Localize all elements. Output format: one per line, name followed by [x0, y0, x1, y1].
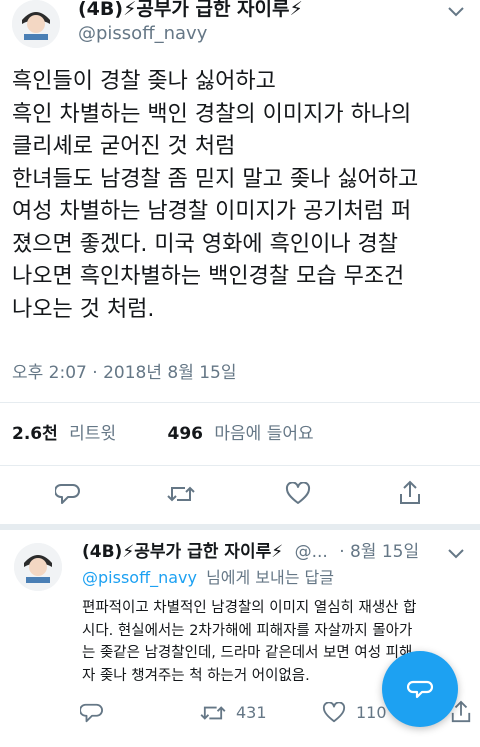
divider: [0, 402, 480, 403]
engagement-stats: 2.6천 리트윗 496 마음에 들어요: [12, 423, 314, 445]
chevron-down-icon[interactable]: [444, 544, 468, 564]
section-separator: [0, 524, 480, 530]
display-name[interactable]: (4B)⚡공부가 급한 자이루⚡: [82, 542, 283, 562]
avatar[interactable]: [14, 543, 62, 591]
compose-button[interactable]: [382, 651, 458, 727]
tweet-line: 나오는 것 처럼.: [12, 296, 155, 322]
tweet-line: 흑인들이 경찰 좆나 싫어하고: [12, 69, 276, 94]
divider: [0, 465, 480, 466]
retweet-icon[interactable]: [164, 480, 198, 508]
reply-line: 편파적이고 차별적인 남경찰의 이미지 열심히 재생산 합: [82, 600, 417, 616]
heart-icon[interactable]: [282, 480, 314, 508]
retweet-count[interactable]: 2.6천: [12, 424, 58, 444]
chevron-down-icon[interactable]: [444, 2, 468, 22]
display-name[interactable]: (4B)⚡공부가 급한 자이루⚡: [78, 0, 303, 20]
reply-to-handle[interactable]: @pissoff_navy: [82, 568, 197, 587]
reply-icon[interactable]: [52, 480, 84, 508]
reply-line: 시다. 현실에서는 2차가해에 피해자를 자살까지 몰아가: [82, 622, 413, 639]
reply-icon[interactable]: [78, 700, 106, 726]
tweet-line: 흑인 차별하는 백인 경찰의 이미지가 하나의: [12, 101, 412, 127]
reply-date[interactable]: · 8월 15일: [339, 542, 419, 562]
tweet-text: 흑인들이 경찰 좆나 싫어하고 흑인 차별하는 백인 경찰의 이미지가 하나의 …: [12, 66, 472, 326]
retweet-count[interactable]: 431: [236, 702, 267, 724]
reply-context: @pissoff_navy 님에게 보내는 답글: [82, 567, 334, 589]
tweet-line: 한녀들도 남경찰 좀 믿지 말고 좆나 싫어하고: [12, 166, 419, 192]
tweet-line: 나오면 흑인차별하는 백인경찰 모습 무조건: [12, 264, 405, 289]
like-count[interactable]: 110: [356, 702, 387, 724]
reply-header: (4B)⚡공부가 급한 자이루⚡ @... · 8월 15일: [82, 541, 419, 563]
retweet-icon[interactable]: [198, 701, 228, 725]
handle[interactable]: @...: [295, 542, 328, 562]
heart-icon[interactable]: [320, 700, 348, 726]
tweet-line: 클리셰로 굳어진 것 처럼: [12, 134, 236, 159]
avatar[interactable]: [12, 0, 60, 48]
compose-icon: [407, 676, 433, 702]
retweet-label[interactable]: 리트윗: [69, 424, 116, 444]
like-label[interactable]: 마음에 들어요: [214, 424, 313, 444]
tweet-line: 여성 차별하는 남경찰 이미지가 공기처럼 퍼: [12, 199, 412, 224]
like-count[interactable]: 496: [168, 424, 204, 444]
tweet-line: 졌으면 좋겠다. 미국 영화에 흑인이나 경찰: [12, 231, 399, 257]
share-icon[interactable]: [394, 478, 426, 508]
timestamp[interactable]: 오후 2:07 · 2018년 8월 15일: [12, 362, 237, 384]
handle[interactable]: @pissoff_navy: [78, 23, 207, 45]
reply-to-label: 님에게 보내는 답글: [206, 568, 334, 587]
